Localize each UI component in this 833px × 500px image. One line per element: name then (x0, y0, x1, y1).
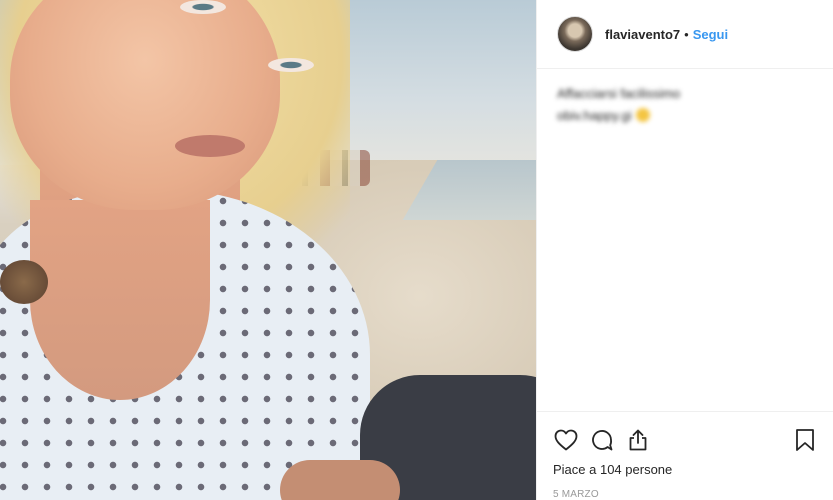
post-caption: Affacciarsi facilissimo obiv.happy.gi (537, 69, 833, 141)
photo-face (10, 0, 314, 210)
bookmark-icon[interactable] (792, 427, 818, 453)
comment-icon[interactable] (589, 427, 615, 453)
instagram-post: flaviavento7 • Segui Affacciarsi facilis… (0, 0, 833, 500)
photo-eye (180, 0, 226, 14)
avatar[interactable] (557, 16, 593, 52)
caption-line-with-emoji: obiv.happy.gi (557, 105, 813, 127)
likes-count[interactable]: Piace a 104 persone (553, 460, 818, 477)
post-side-panel: flaviavento7 • Segui Affacciarsi facilis… (536, 0, 833, 500)
post-header: flaviavento7 • Segui (537, 0, 833, 69)
photo-subject (0, 0, 370, 500)
photo-brooch (0, 260, 48, 304)
photo-eye (268, 58, 314, 72)
action-icons-row (553, 420, 818, 460)
caption-line: obiv.happy.gi (557, 108, 632, 123)
heart-icon[interactable] (553, 427, 579, 453)
photo-neckline (30, 200, 210, 400)
username-link[interactable]: flaviavento7 (605, 27, 680, 42)
photo-lips (175, 135, 245, 157)
share-icon[interactable] (625, 427, 651, 453)
post-actions: Piace a 104 persone 5 MARZO (537, 411, 833, 500)
photo-hand (280, 460, 400, 500)
post-date[interactable]: 5 MARZO (553, 489, 818, 500)
post-photo[interactable] (0, 0, 536, 500)
separator-dot: • (684, 26, 689, 42)
follow-button[interactable]: Segui (693, 27, 728, 42)
emoji-icon (635, 108, 650, 122)
caption-line: Affacciarsi facilissimo (557, 86, 681, 101)
